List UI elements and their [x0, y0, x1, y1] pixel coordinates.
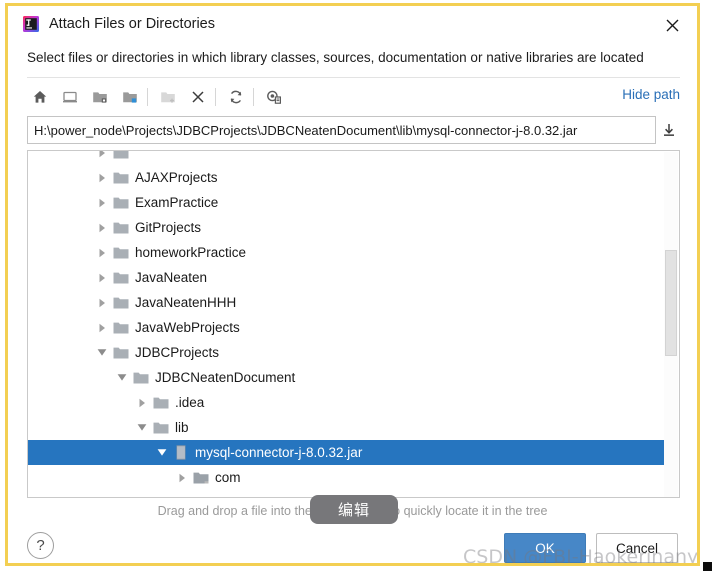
chevron-right-icon[interactable] [94, 195, 110, 211]
folder-icon [152, 395, 170, 411]
tree-rows-container: AJAXProjects ExamPractice GitProjects homew… [28, 151, 665, 497]
tree-row[interactable]: JavaWebProjects [28, 315, 665, 340]
chevron-down-icon[interactable] [134, 420, 150, 436]
dialog-description: Select files or directories in which lib… [27, 50, 644, 65]
chevron-right-icon[interactable] [94, 245, 110, 261]
tree-row-label: com [215, 469, 241, 485]
chevron-right-icon[interactable] [94, 220, 110, 236]
tree-row-label: JDBCProjects [135, 344, 220, 360]
tree-row-label: JDBCNeatenDocument [155, 369, 296, 385]
tree-row-label: AJAXProjects [135, 169, 218, 185]
folder-icon [112, 151, 130, 161]
tree-row[interactable]: ExamPractice [28, 190, 665, 215]
path-input[interactable] [27, 116, 656, 144]
chevron-right-icon[interactable] [174, 495, 190, 498]
chevron-down-icon[interactable] [114, 370, 130, 386]
close-icon[interactable] [659, 13, 685, 37]
folder-icon [112, 195, 130, 211]
chevron-right-icon[interactable] [174, 470, 190, 486]
folder-icon [112, 320, 130, 336]
tree-row-label: JavaNeaten [135, 269, 208, 285]
toolbar-separator [147, 88, 148, 106]
tree-row-label: ExamPractice [135, 194, 219, 210]
folder-icon [112, 295, 130, 311]
tree-row[interactable]: .idea [28, 390, 665, 415]
hide-path-link[interactable]: Hide path [622, 87, 680, 102]
attach-files-dialog: Attach Files or Directories Select files… [8, 6, 697, 563]
folder-icon [112, 270, 130, 286]
page-title: Attach Files or Directories [49, 16, 215, 32]
window-frame: Attach Files or Directories Select files… [5, 3, 700, 566]
tree-row[interactable]: JDBCProjects [28, 340, 665, 365]
folder-icon [152, 420, 170, 436]
chevron-right-icon[interactable] [94, 270, 110, 286]
folder-icon [112, 345, 130, 361]
cancel-button[interactable]: Cancel [596, 533, 678, 563]
directory-tree[interactable]: AJAXProjects ExamPractice GitProjects homew… [28, 151, 665, 497]
desktop-icon[interactable] [57, 84, 83, 110]
ok-button[interactable]: OK [504, 533, 586, 563]
jar-icon [172, 445, 190, 461]
folder-icon [112, 245, 130, 261]
title-bar: Attach Files or Directories [8, 6, 697, 42]
download-icon[interactable] [658, 119, 680, 141]
module-folder-icon[interactable] [117, 84, 143, 110]
chevron-down-icon[interactable] [94, 345, 110, 361]
folder-icon [112, 220, 130, 236]
chevron-right-icon[interactable] [134, 395, 150, 411]
chevron-right-icon[interactable] [94, 295, 110, 311]
corner-nub [703, 562, 712, 571]
tree-scrollbar[interactable] [664, 152, 678, 497]
tree-row-label: JavaWebProjects [135, 319, 240, 335]
path-row [27, 116, 680, 144]
delete-icon[interactable] [185, 84, 211, 110]
project-folder-icon[interactable] [87, 84, 113, 110]
chevron-right-icon[interactable] [94, 151, 110, 161]
toolbar-separator [215, 88, 216, 106]
tree-row-label: JavaNeatenHHH [135, 294, 237, 310]
jar-folder-icon [192, 470, 210, 486]
tree-row-label: META-INF [215, 495, 278, 498]
tree-row[interactable]: JavaNeaten [28, 265, 665, 290]
home-icon[interactable] [27, 84, 53, 110]
toolbar-separator [253, 88, 254, 106]
tree-row[interactable] [28, 151, 665, 165]
tree-row[interactable]: com [28, 465, 665, 490]
file-chooser-toolbar: Hide path [27, 82, 680, 112]
folder-icon [112, 170, 130, 186]
tree-row[interactable]: mysql-connector-j-8.0.32.jar [28, 440, 665, 465]
tree-row[interactable]: JavaNeatenHHH [28, 290, 665, 315]
jar-folder-icon [192, 495, 210, 498]
chevron-down-icon[interactable] [154, 445, 170, 461]
tree-row-label: homeworkPractice [135, 244, 247, 260]
new-folder-icon[interactable] [155, 84, 181, 110]
tree-row[interactable]: lib [28, 415, 665, 440]
tree-row-label: GitProjects [135, 219, 202, 235]
show-hidden-icon[interactable] [261, 84, 287, 110]
directory-tree-panel: AJAXProjects ExamPractice GitProjects homew… [27, 150, 680, 498]
chevron-right-icon[interactable] [94, 170, 110, 186]
tree-row[interactable]: AJAXProjects [28, 165, 665, 190]
tree-scrollbar-thumb[interactable] [665, 250, 677, 356]
refresh-icon[interactable] [223, 84, 249, 110]
tree-row[interactable]: homeworkPractice [28, 240, 665, 265]
help-button[interactable]: ? [27, 532, 54, 559]
tree-row-label: lib [175, 419, 189, 435]
tree-row[interactable]: GitProjects [28, 215, 665, 240]
intellij-idea-icon [22, 15, 40, 33]
folder-icon [132, 370, 150, 386]
tree-row-label: mysql-connector-j-8.0.32.jar [195, 444, 363, 460]
ime-mode-tooltip: 编辑 [310, 495, 398, 524]
tree-row-label: .idea [175, 394, 205, 410]
chevron-right-icon[interactable] [94, 320, 110, 336]
header-divider [27, 77, 680, 78]
tree-row[interactable]: JDBCNeatenDocument [28, 365, 665, 390]
